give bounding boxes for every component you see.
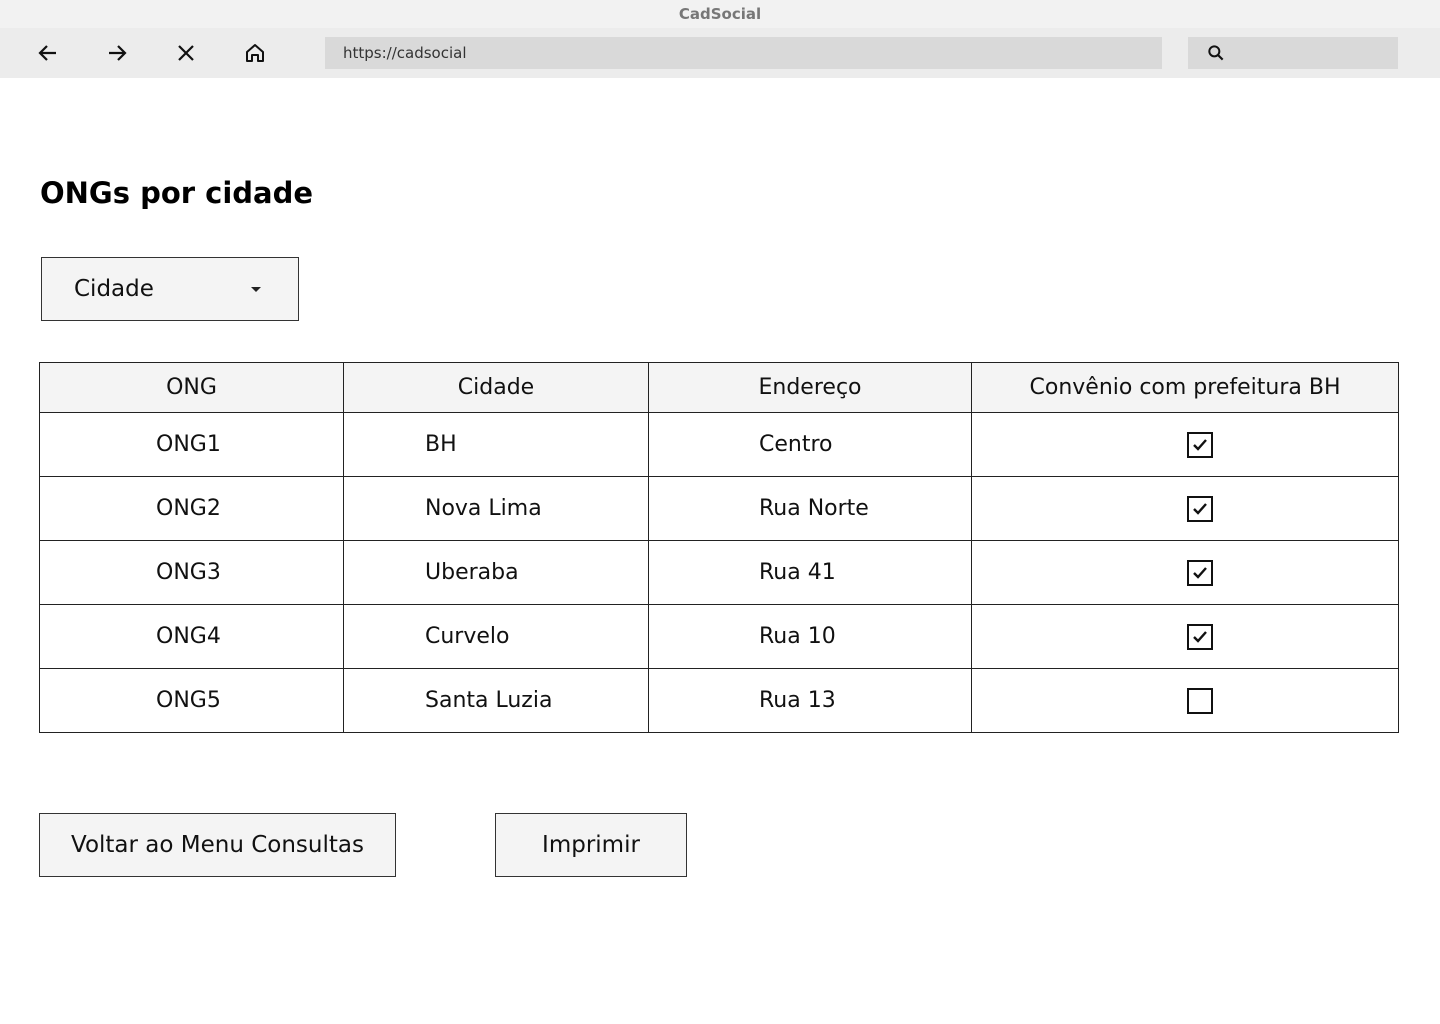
cell-endereco: Rua 41: [648, 540, 972, 605]
check-icon: [1193, 438, 1207, 451]
cell-cidade: Santa Luzia: [343, 668, 649, 733]
back-to-menu-button[interactable]: Voltar ao Menu Consultas: [39, 813, 396, 877]
city-select[interactable]: Cidade: [41, 257, 299, 321]
ngo-table: ONG Cidade Endereço Convênio com prefeit…: [39, 362, 1399, 733]
check-icon: [1193, 566, 1207, 579]
header-cidade: Cidade: [343, 362, 649, 413]
check-icon: [1193, 630, 1207, 643]
forward-arrow-icon[interactable]: [102, 38, 132, 68]
header-ong: ONG: [39, 362, 344, 413]
cell-cidade: Curvelo: [343, 604, 649, 669]
cell-ong: ONG2: [39, 476, 344, 541]
close-icon[interactable]: [171, 38, 201, 68]
search-input[interactable]: [1188, 37, 1398, 69]
convenio-checkbox[interactable]: [1187, 495, 1213, 522]
table-row: ONG1 BH Centro: [39, 412, 1399, 477]
cell-endereco: Rua Norte: [648, 476, 972, 541]
window-title: CadSocial: [0, 0, 1440, 28]
cell-ong: ONG4: [39, 604, 344, 669]
cell-endereco: Centro: [648, 412, 972, 477]
table-row: ONG5 Santa Luzia Rua 13: [39, 668, 1399, 733]
chevron-down-icon: [251, 287, 261, 292]
cell-cidade: Nova Lima: [343, 476, 649, 541]
cell-ong: ONG3: [39, 540, 344, 605]
cell-ong: ONG1: [39, 412, 344, 477]
table-row: ONG4 Curvelo Rua 10: [39, 604, 1399, 669]
convenio-checkbox[interactable]: [1187, 431, 1213, 458]
cell-ong: ONG5: [39, 668, 344, 733]
convenio-checkbox[interactable]: [1187, 559, 1213, 586]
cell-endereco: Rua 13: [648, 668, 972, 733]
city-select-value: Cidade: [74, 276, 154, 302]
check-icon: [1193, 502, 1207, 515]
browser-toolbar: https://cadsocial: [0, 28, 1440, 78]
address-bar[interactable]: https://cadsocial: [325, 37, 1162, 69]
header-endereco: Endereço: [648, 362, 972, 413]
convenio-checkbox[interactable]: [1187, 687, 1213, 714]
table-row: ONG3 Uberaba Rua 41: [39, 540, 1399, 605]
page-title: ONGs por cidade: [40, 176, 314, 210]
convenio-checkbox[interactable]: [1187, 623, 1213, 650]
cell-cidade: BH: [343, 412, 649, 477]
home-icon[interactable]: [240, 38, 270, 68]
search-icon: [1208, 45, 1224, 61]
table-header-row: ONG Cidade Endereço Convênio com prefeit…: [39, 362, 1399, 413]
print-button[interactable]: Imprimir: [495, 813, 687, 877]
cell-endereco: Rua 10: [648, 604, 972, 669]
table-row: ONG2 Nova Lima Rua Norte: [39, 476, 1399, 541]
header-convenio: Convênio com prefeitura BH: [971, 362, 1399, 413]
cell-cidade: Uberaba: [343, 540, 649, 605]
back-arrow-icon[interactable]: [33, 38, 63, 68]
